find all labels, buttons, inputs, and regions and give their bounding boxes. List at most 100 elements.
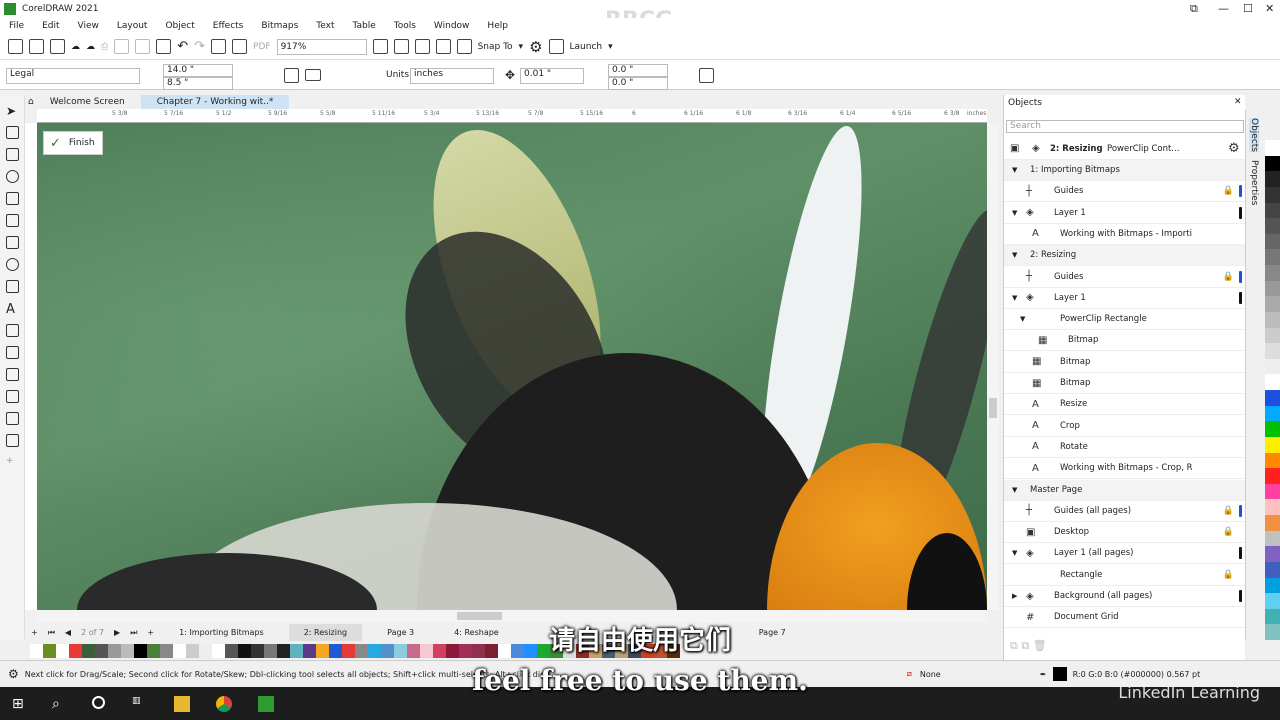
color-swatch[interactable] xyxy=(212,644,225,658)
menu-view[interactable]: View xyxy=(78,21,99,31)
redo-icon[interactable]: ↷ xyxy=(194,39,205,54)
page-size-dropdown[interactable]: Legal xyxy=(6,68,140,84)
color-swatch[interactable] xyxy=(1265,327,1280,344)
object-row[interactable]: ┼ Guides (all pages) 🔒 xyxy=(1004,501,1246,522)
task-view-icon[interactable]: ▥ xyxy=(132,696,148,712)
color-swatch[interactable] xyxy=(1265,280,1280,297)
page-border-icon[interactable] xyxy=(699,68,714,83)
color-swatch[interactable] xyxy=(1265,171,1280,187)
object-row[interactable]: ▼ PowerClip Rectangle xyxy=(1004,309,1246,331)
file-explorer-icon[interactable] xyxy=(174,696,190,712)
color-swatch[interactable] xyxy=(641,644,654,658)
search-icon[interactable]: ⌕ xyxy=(52,696,68,712)
collapse-icon[interactable]: ▼ xyxy=(1020,315,1025,323)
object-row[interactable]: A Working with Bitmaps - Crop, R xyxy=(1004,458,1246,480)
restore-icon[interactable]: ⧉ xyxy=(1190,2,1198,16)
menu-layout[interactable]: Layout xyxy=(117,21,148,31)
color-swatch[interactable] xyxy=(446,644,459,658)
crop-tool-icon[interactable] xyxy=(6,148,19,161)
color-swatch[interactable] xyxy=(1265,593,1280,609)
color-swatch[interactable] xyxy=(615,644,628,658)
color-swatch[interactable] xyxy=(43,644,56,658)
object-row[interactable]: ▼ ◈ Layer 1 (all pages) xyxy=(1004,543,1246,565)
coreldraw-taskbar-icon[interactable] xyxy=(258,696,274,712)
page-tab-4[interactable]: 4: Reshape xyxy=(439,624,514,641)
text-tool-icon[interactable]: A xyxy=(6,302,19,317)
gear-icon[interactable]: ⚙ xyxy=(1228,141,1240,156)
color-swatch[interactable] xyxy=(1265,218,1280,234)
vertical-ruler[interactable] xyxy=(25,123,37,610)
print-icon[interactable]: ⎙ xyxy=(101,42,108,52)
color-swatch[interactable] xyxy=(1265,343,1280,359)
grid-icon[interactable] xyxy=(414,39,430,54)
color-swatch[interactable] xyxy=(290,644,303,658)
menu-window[interactable]: Window xyxy=(434,21,470,31)
color-swatch[interactable] xyxy=(628,644,641,658)
color-swatch[interactable] xyxy=(173,644,186,658)
color-swatch[interactable] xyxy=(381,644,394,658)
color-swatch[interactable] xyxy=(303,644,316,658)
color-swatch[interactable] xyxy=(251,644,264,658)
rectangle-tool-icon[interactable] xyxy=(6,236,19,249)
color-swatch[interactable] xyxy=(394,644,407,658)
chrome-icon[interactable] xyxy=(216,696,232,712)
finish-button[interactable]: ✓ Finish xyxy=(43,131,103,155)
color-swatch[interactable] xyxy=(342,644,355,658)
color-swatch[interactable] xyxy=(576,644,589,658)
add-tool-icon[interactable]: + xyxy=(6,456,19,469)
color-swatch[interactable] xyxy=(30,644,43,658)
objects-search-input[interactable]: Search xyxy=(1006,120,1244,133)
color-swatch[interactable] xyxy=(82,644,95,658)
color-swatch[interactable] xyxy=(498,644,511,658)
menu-effects[interactable]: Effects xyxy=(213,21,244,31)
previous-page-button[interactable]: ◀ xyxy=(65,628,71,637)
color-swatch[interactable] xyxy=(589,644,602,658)
color-swatch[interactable] xyxy=(485,644,498,658)
open-icon[interactable] xyxy=(29,39,44,54)
color-swatch[interactable] xyxy=(1265,249,1280,265)
color-swatch[interactable] xyxy=(1265,390,1280,406)
menu-table[interactable]: Table xyxy=(352,21,375,31)
color-swatch[interactable] xyxy=(1265,155,1280,172)
close-button[interactable]: ✕ xyxy=(1265,2,1274,15)
color-swatch[interactable] xyxy=(1265,499,1280,515)
rulers-icon[interactable] xyxy=(393,39,409,54)
color-swatch[interactable] xyxy=(134,644,147,658)
menu-tools[interactable]: Tools xyxy=(394,21,416,31)
close-docker-icon[interactable]: ✕ xyxy=(1234,97,1242,107)
collapse-icon[interactable]: ▼ xyxy=(1012,209,1017,217)
horizontal-scrollbar[interactable] xyxy=(37,610,987,622)
menu-object[interactable]: Object xyxy=(165,21,194,31)
parallel-dimension-tool-icon[interactable] xyxy=(6,324,19,337)
side-tab-objects[interactable]: Objects xyxy=(1249,118,1259,153)
new-document-icon[interactable] xyxy=(8,39,23,54)
color-swatch[interactable] xyxy=(1265,374,1280,390)
color-swatch[interactable] xyxy=(1265,530,1280,547)
collapse-icon[interactable]: ▼ xyxy=(1012,294,1017,302)
color-swatch[interactable] xyxy=(355,644,368,658)
tab-chapter-7[interactable]: Chapter 7 - Working wit..* xyxy=(140,95,290,109)
color-swatch[interactable] xyxy=(1265,265,1280,281)
color-swatch[interactable] xyxy=(1265,452,1280,469)
color-swatch[interactable] xyxy=(56,644,69,658)
page-tab-1[interactable]: 1: Importing Bitmaps xyxy=(164,624,279,641)
color-swatch[interactable] xyxy=(563,644,576,658)
drawing-canvas[interactable] xyxy=(37,123,987,610)
color-swatch[interactable] xyxy=(654,644,667,658)
outline-pen-icon[interactable]: ✒ xyxy=(1040,670,1047,679)
color-swatch[interactable] xyxy=(1265,421,1280,437)
color-swatch[interactable] xyxy=(264,644,277,658)
page-node[interactable]: ▼ 2: Resizing xyxy=(1004,245,1246,267)
object-row[interactable]: ┼ Guides 🔒 xyxy=(1004,181,1246,203)
color-swatch[interactable] xyxy=(1265,468,1280,484)
vertical-scrollbar[interactable] xyxy=(987,123,999,610)
horizontal-ruler[interactable]: 5 3/8 5 7/16 5 1/2 5 9/16 5 5/8 5 11/16 5 3/4 5… xyxy=(37,109,987,123)
windows-start-icon[interactable]: ⊞ xyxy=(12,696,28,712)
add-page-after-button[interactable]: + xyxy=(147,628,154,637)
launch-icon[interactable] xyxy=(548,39,564,54)
color-swatch[interactable] xyxy=(472,644,485,658)
color-swatch[interactable] xyxy=(550,644,563,658)
collapse-icon[interactable]: ▼ xyxy=(1012,549,1017,557)
artistic-media-tool-icon[interactable] xyxy=(6,214,19,227)
color-swatch[interactable] xyxy=(1265,233,1280,250)
